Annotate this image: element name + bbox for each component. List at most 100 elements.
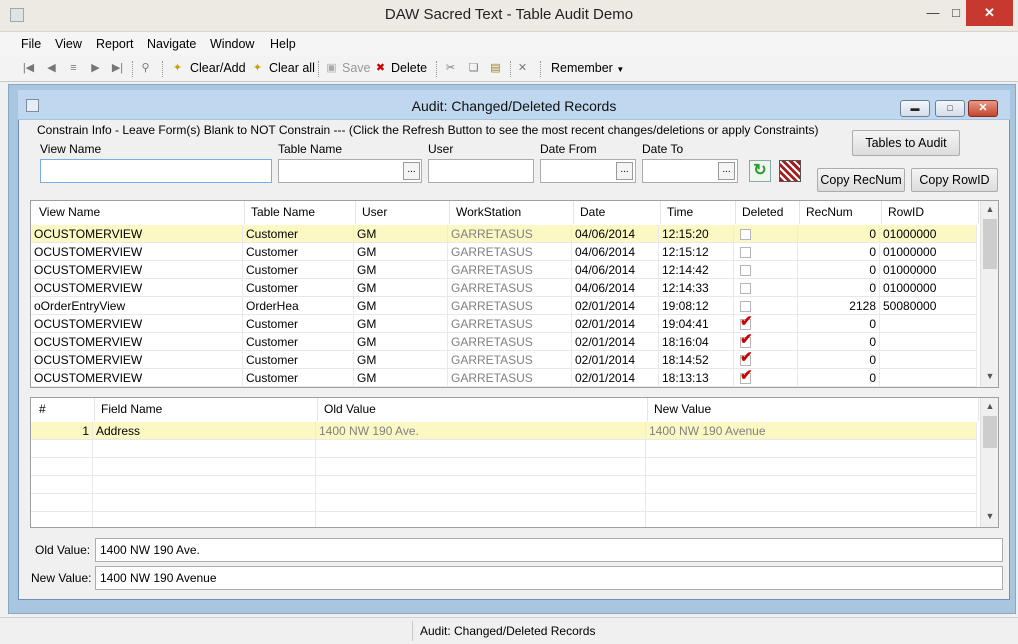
cut-icon[interactable]: ✂	[444, 62, 457, 75]
clear-all-button[interactable]: Clear all	[269, 61, 315, 75]
records-column-header[interactable]: Table Name	[245, 201, 356, 224]
view-name-input[interactable]	[40, 159, 272, 183]
table-row[interactable]: OCUSTOMERVIEW Customer GM GARRETASUS 02/01/2…	[31, 351, 977, 369]
fields-cell-new	[646, 440, 977, 458]
menu-view[interactable]: View	[55, 37, 82, 51]
scroll-thumb[interactable]	[983, 219, 997, 269]
clear-add-icon[interactable]: ✦	[171, 62, 184, 75]
fields-cell-num	[31, 476, 93, 494]
records-column-header[interactable]: Deleted	[736, 201, 800, 224]
minimize-button[interactable]: —	[920, 0, 946, 26]
menu-navigate[interactable]: Navigate	[147, 37, 196, 51]
inner-close-button[interactable]: ✕	[968, 100, 998, 117]
clear-all-icon[interactable]: ✦	[251, 62, 264, 75]
deleted-checkbox[interactable]: ✔	[740, 369, 753, 385]
table-row[interactable]: OCUSTOMERVIEW Customer GM GARRETASUS 04/06/2…	[31, 261, 977, 279]
records-cell-rowid	[880, 351, 977, 369]
scroll-down-icon[interactable]: ▼	[982, 511, 998, 525]
fields-column-header[interactable]: #	[33, 398, 95, 421]
deleted-checkbox[interactable]	[740, 247, 751, 259]
list-icon[interactable]: ≡	[67, 62, 80, 75]
scroll-down-icon[interactable]: ▼	[982, 371, 998, 385]
deleted-checkbox[interactable]: ✔	[740, 315, 753, 331]
table-row[interactable]: OCUSTOMERVIEW Customer GM GARRETASUS 02/01/2…	[31, 315, 977, 333]
old-value-field[interactable]: 1400 NW 190 Ave.	[95, 538, 1003, 562]
scroll-up-icon[interactable]: ▲	[982, 204, 998, 218]
menu-file[interactable]: File	[21, 37, 41, 51]
delete-icon[interactable]: ✖	[374, 62, 387, 75]
copy-icon[interactable]: ❏	[467, 62, 480, 75]
first-record-icon[interactable]: |◀	[22, 62, 35, 75]
records-cell-recnum: 0	[798, 315, 880, 333]
remember-button[interactable]: Remember ▼	[551, 61, 624, 75]
records-column-header[interactable]: Time	[661, 201, 736, 224]
table-row[interactable]: OCUSTOMERVIEW Customer GM GARRETASUS 04/06/2…	[31, 225, 977, 243]
records-column-header[interactable]: Date	[574, 201, 661, 224]
clear-constraints-button[interactable]	[779, 160, 801, 182]
table-row[interactable]: OCUSTOMERVIEW Customer GM GARRETASUS 02/01/2…	[31, 333, 977, 351]
date-to-picker-button[interactable]: ...	[718, 162, 735, 180]
fields-column-header[interactable]: New Value	[648, 398, 979, 421]
scroll-thumb[interactable]	[983, 416, 997, 448]
deleted-checkbox[interactable]: ✔	[740, 351, 753, 367]
records-grid[interactable]: View Name Table Name User WorkStation Date Ti…	[30, 200, 999, 388]
menu-window[interactable]: Window	[210, 37, 254, 51]
inner-minimize-button[interactable]: ▬	[900, 100, 930, 117]
deleted-checkbox[interactable]	[740, 301, 751, 313]
deleted-checkbox[interactable]	[740, 229, 751, 241]
copy-recnum-button[interactable]: Copy RecNum	[817, 168, 905, 192]
clear-add-button[interactable]: Clear/Add	[190, 61, 246, 75]
table-row[interactable]: OCUSTOMERVIEW Customer GM GARRETASUS 04/06/2…	[31, 279, 977, 297]
fields-grid[interactable]: # Field Name Old Value New Value 1 Address 14…	[30, 397, 999, 528]
deleted-checkbox[interactable]	[740, 283, 751, 295]
fields-scrollbar[interactable]: ▲ ▼	[980, 398, 998, 527]
date-from-picker-button[interactable]: ...	[616, 162, 633, 180]
records-cell-table: Customer	[243, 351, 354, 369]
refresh-button[interactable]: ↻	[749, 160, 771, 182]
records-cell-view: OCUSTOMERVIEW	[31, 279, 243, 297]
records-cell-date: 04/06/2014	[572, 261, 659, 279]
records-column-header[interactable]: User	[356, 201, 450, 224]
close-button[interactable]: ✕	[966, 0, 1013, 26]
save-icon[interactable]: ▣	[325, 62, 338, 75]
maximize-button[interactable]: □	[946, 0, 966, 26]
fields-column-header[interactable]: Old Value	[318, 398, 648, 421]
records-cell-date: 04/06/2014	[572, 243, 659, 261]
scroll-up-icon[interactable]: ▲	[982, 401, 998, 415]
toolbar-separator	[540, 61, 541, 77]
records-cell-recnum: 0	[798, 279, 880, 297]
search-icon[interactable]: ⚲	[139, 62, 152, 75]
records-cell-rowid: 01000000	[880, 279, 977, 297]
records-scrollbar[interactable]: ▲ ▼	[980, 201, 998, 387]
menu-help[interactable]: Help	[270, 37, 296, 51]
inner-maximize-button[interactable]: □	[935, 100, 965, 117]
table-name-input[interactable]	[278, 159, 422, 183]
menu-report[interactable]: Report	[96, 37, 134, 51]
table-row[interactable]: OCUSTOMERVIEW Customer GM GARRETASUS 02/01/2…	[31, 369, 977, 387]
new-value-field[interactable]: 1400 NW 190 Avenue	[95, 566, 1003, 590]
cancel-icon[interactable]: ✕	[516, 62, 529, 75]
records-cell-view: OCUSTOMERVIEW	[31, 261, 243, 279]
records-column-header[interactable]: WorkStation	[450, 201, 574, 224]
delete-button[interactable]: Delete	[391, 61, 427, 75]
records-column-header[interactable]: RowID	[882, 201, 979, 224]
records-cell-time: 18:16:04	[659, 333, 734, 351]
table-row[interactable]: oOrderEntryView OrderHea GM GARRETASUS 02/01…	[31, 297, 977, 315]
save-button[interactable]: Save	[342, 61, 371, 75]
deleted-checkbox[interactable]: ✔	[740, 333, 753, 349]
copy-rowid-button[interactable]: Copy RowID	[911, 168, 998, 192]
user-input[interactable]	[428, 159, 534, 183]
records-column-header[interactable]: RecNum	[800, 201, 882, 224]
previous-record-icon[interactable]: ◀	[45, 62, 58, 75]
next-record-icon[interactable]: ▶	[89, 62, 102, 75]
paste-icon[interactable]: ▤	[489, 62, 502, 75]
records-column-header[interactable]: View Name	[33, 201, 245, 224]
records-cell-recnum: 0	[798, 369, 880, 387]
deleted-checkbox[interactable]	[740, 265, 751, 277]
fields-column-header[interactable]: Field Name	[95, 398, 318, 421]
tables-to-audit-button[interactable]: Tables to Audit	[852, 130, 960, 156]
table-row[interactable]: OCUSTOMERVIEW Customer GM GARRETASUS 04/06/2…	[31, 243, 977, 261]
table-name-lookup-button[interactable]: ...	[403, 162, 420, 180]
last-record-icon[interactable]: ▶|	[111, 62, 124, 75]
list-item[interactable]: 1 Address 1400 NW 190 Ave. 1400 NW 190 Aven…	[31, 422, 977, 440]
